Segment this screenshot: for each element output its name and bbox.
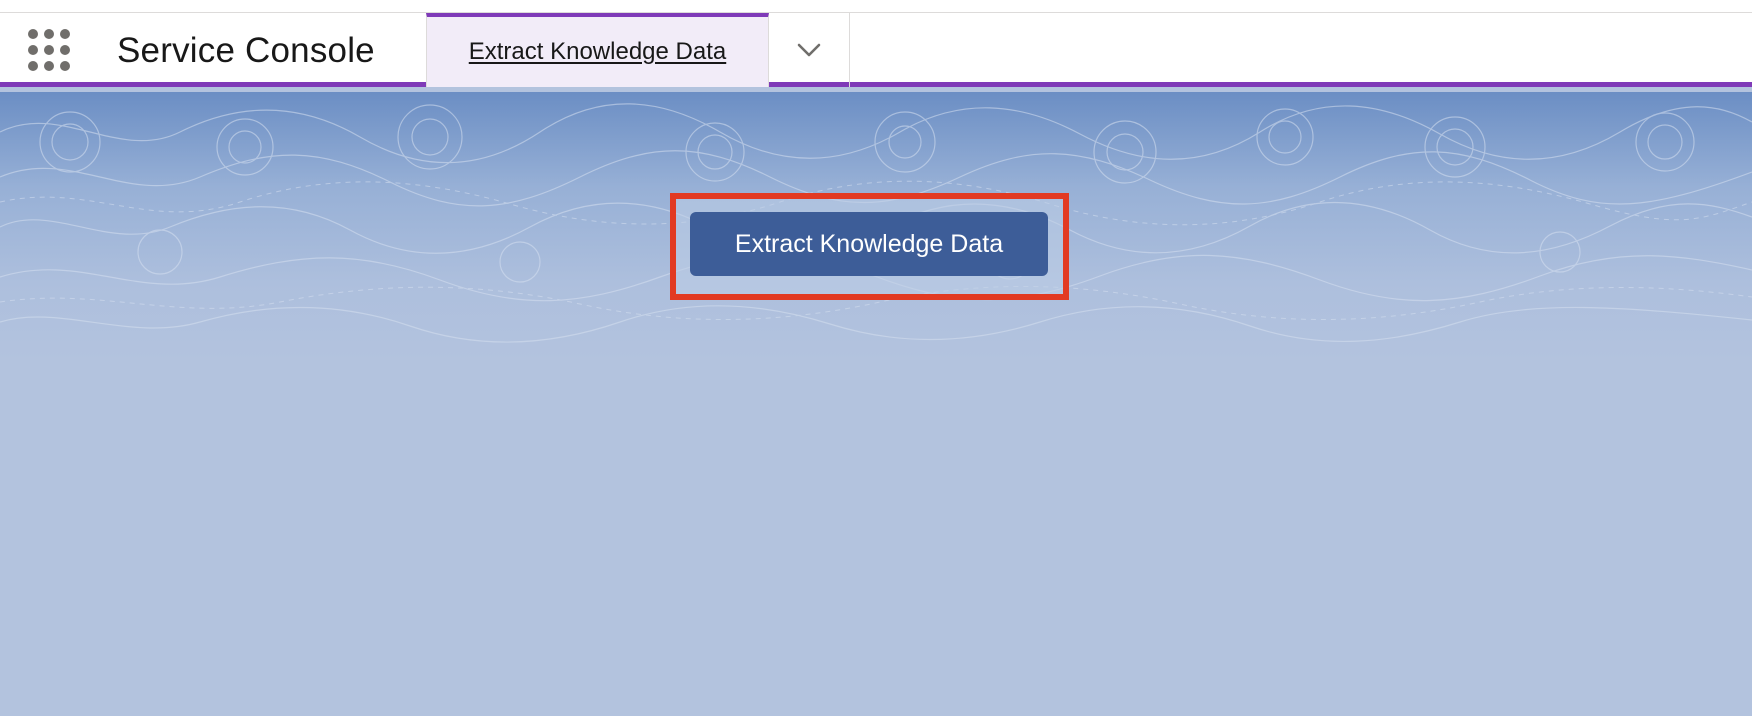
main-content-area: Extract Knowledge Data	[0, 92, 1752, 716]
window-top-strip	[0, 0, 1752, 13]
app-launcher-icon[interactable]	[28, 29, 74, 75]
chevron-down-icon	[797, 43, 821, 57]
app-name: Service Console	[117, 31, 375, 70]
global-navigation-bar: Service Console Extract Knowledge Data	[0, 13, 1752, 87]
tab-menu-button[interactable]	[769, 13, 850, 87]
tab-label[interactable]: Extract Knowledge Data	[469, 38, 726, 66]
extract-knowledge-data-button[interactable]: Extract Knowledge Data	[690, 212, 1048, 276]
tab-extract-knowledge-data[interactable]: Extract Knowledge Data	[426, 13, 769, 87]
